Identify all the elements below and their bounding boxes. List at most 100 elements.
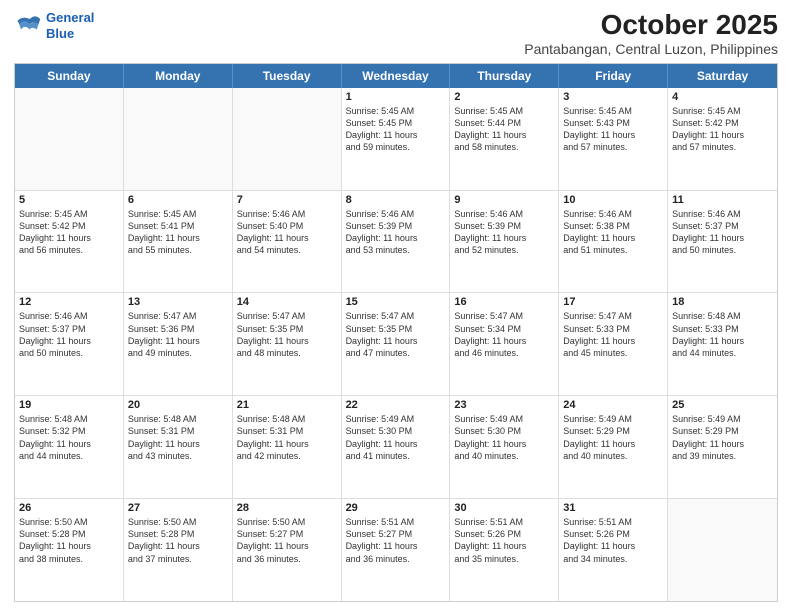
cell-day-number: 24 (563, 399, 663, 411)
calendar-cell-w0-d5: 3Sunrise: 5:45 AM Sunset: 5:43 PM Daylig… (559, 88, 668, 190)
calendar-cell-w3-d3: 22 Sunrise: 5:49 AM Sunset: 5:30 PM Dayli… (342, 396, 451, 498)
logo-icon (14, 12, 42, 40)
cell-info: Sunrise: 5:49 AM Sunset: 5:30 PM Dayligh… (346, 413, 446, 462)
cell-day-number: 19 (19, 399, 119, 411)
calendar-cell-w2-d1: 13 Sunrise: 5:47 AM Sunset: 5:36 PM Dayli… (124, 293, 233, 395)
cell-day-number: 25 (672, 399, 773, 411)
calendar-row-1: 5 Sunrise: 5:45 AM Sunset: 5:42 PM Daylig… (15, 191, 777, 294)
title-block: October 2025 Pantabangan, Central Luzon,… (524, 10, 778, 57)
calendar-cell-w1-d0: 5 Sunrise: 5:45 AM Sunset: 5:42 PM Daylig… (15, 191, 124, 293)
cell-info: Sunrise: 5:50 AM Sunset: 5:28 PM Dayligh… (128, 516, 228, 565)
cell-info: Sunrise: 5:47 AM Sunset: 5:33 PM Dayligh… (563, 310, 663, 359)
calendar-cell-w0-d2 (233, 88, 342, 190)
cell-info: Sunrise: 5:51 AM Sunset: 5:27 PM Dayligh… (346, 516, 446, 565)
cell-day-number: 13 (128, 296, 228, 308)
cell-info: Sunrise: 5:45 AM Sunset: 5:42 PM Dayligh… (672, 105, 773, 154)
cell-info: Sunrise: 5:50 AM Sunset: 5:27 PM Dayligh… (237, 516, 337, 565)
cell-info: Sunrise: 5:45 AM Sunset: 5:42 PM Dayligh… (19, 208, 119, 257)
page: General Blue October 2025 Pantabangan, C… (0, 0, 792, 612)
cell-info: Sunrise: 5:46 AM Sunset: 5:38 PM Dayligh… (563, 208, 663, 257)
day-header-saturday: Saturday (668, 64, 777, 88)
cell-info: Sunrise: 5:46 AM Sunset: 5:37 PM Dayligh… (19, 310, 119, 359)
cell-info: Sunrise: 5:45 AM Sunset: 5:44 PM Dayligh… (454, 105, 554, 154)
cell-info: Sunrise: 5:51 AM Sunset: 5:26 PM Dayligh… (563, 516, 663, 565)
cell-day-number: 26 (19, 502, 119, 514)
calendar-cell-w1-d6: 11Sunrise: 5:46 AM Sunset: 5:37 PM Dayli… (668, 191, 777, 293)
cell-info: Sunrise: 5:49 AM Sunset: 5:29 PM Dayligh… (672, 413, 773, 462)
calendar-cell-w3-d4: 23 Sunrise: 5:49 AM Sunset: 5:30 PM Dayli… (450, 396, 559, 498)
cell-info: Sunrise: 5:48 AM Sunset: 5:33 PM Dayligh… (672, 310, 773, 359)
calendar-cell-w1-d5: 10 Sunrise: 5:46 AM Sunset: 5:38 PM Dayli… (559, 191, 668, 293)
cell-day-number: 8 (346, 194, 446, 206)
calendar-row-0: 1Sunrise: 5:45 AM Sunset: 5:45 PM Daylig… (15, 88, 777, 191)
calendar-cell-w4-d2: 28Sunrise: 5:50 AM Sunset: 5:27 PM Dayli… (233, 499, 342, 601)
calendar-cell-w2-d2: 14Sunrise: 5:47 AM Sunset: 5:35 PM Dayli… (233, 293, 342, 395)
calendar-cell-w4-d0: 26 Sunrise: 5:50 AM Sunset: 5:28 PM Dayli… (15, 499, 124, 601)
logo-line2: Blue (46, 26, 74, 41)
day-header-thursday: Thursday (450, 64, 559, 88)
day-header-monday: Monday (124, 64, 233, 88)
calendar-cell-w2-d5: 17Sunrise: 5:47 AM Sunset: 5:33 PM Dayli… (559, 293, 668, 395)
cell-day-number: 12 (19, 296, 119, 308)
cell-day-number: 2 (454, 91, 554, 103)
calendar-header-row: SundayMondayTuesdayWednesdayThursdayFrid… (15, 64, 777, 88)
cell-info: Sunrise: 5:49 AM Sunset: 5:29 PM Dayligh… (563, 413, 663, 462)
cell-info: Sunrise: 5:45 AM Sunset: 5:45 PM Dayligh… (346, 105, 446, 154)
calendar-row-3: 19Sunrise: 5:48 AM Sunset: 5:32 PM Dayli… (15, 396, 777, 499)
calendar-cell-w3-d0: 19Sunrise: 5:48 AM Sunset: 5:32 PM Dayli… (15, 396, 124, 498)
calendar-cell-w0-d4: 2 Sunrise: 5:45 AM Sunset: 5:44 PM Daylig… (450, 88, 559, 190)
cell-day-number: 6 (128, 194, 228, 206)
cell-day-number: 30 (454, 502, 554, 514)
calendar-row-4: 26 Sunrise: 5:50 AM Sunset: 5:28 PM Dayli… (15, 499, 777, 601)
calendar-cell-w3-d6: 25 Sunrise: 5:49 AM Sunset: 5:29 PM Dayli… (668, 396, 777, 498)
cell-day-number: 7 (237, 194, 337, 206)
day-header-sunday: Sunday (15, 64, 124, 88)
cell-info: Sunrise: 5:47 AM Sunset: 5:34 PM Dayligh… (454, 310, 554, 359)
cell-day-number: 31 (563, 502, 663, 514)
cell-info: Sunrise: 5:47 AM Sunset: 5:35 PM Dayligh… (237, 310, 337, 359)
cell-day-number: 18 (672, 296, 773, 308)
cell-day-number: 3 (563, 91, 663, 103)
calendar-row-2: 12 Sunrise: 5:46 AM Sunset: 5:37 PM Dayli… (15, 293, 777, 396)
cell-day-number: 29 (346, 502, 446, 514)
calendar-body: 1Sunrise: 5:45 AM Sunset: 5:45 PM Daylig… (15, 88, 777, 601)
calendar-cell-w0-d6: 4Sunrise: 5:45 AM Sunset: 5:42 PM Daylig… (668, 88, 777, 190)
cell-info: Sunrise: 5:50 AM Sunset: 5:28 PM Dayligh… (19, 516, 119, 565)
calendar-cell-w2-d3: 15 Sunrise: 5:47 AM Sunset: 5:35 PM Dayli… (342, 293, 451, 395)
calendar-cell-w4-d1: 27Sunrise: 5:50 AM Sunset: 5:28 PM Dayli… (124, 499, 233, 601)
cell-day-number: 11 (672, 194, 773, 206)
calendar-cell-w1-d1: 6 Sunrise: 5:45 AM Sunset: 5:41 PM Daylig… (124, 191, 233, 293)
cell-day-number: 23 (454, 399, 554, 411)
calendar-cell-w2-d4: 16Sunrise: 5:47 AM Sunset: 5:34 PM Dayli… (450, 293, 559, 395)
calendar-subtitle: Pantabangan, Central Luzon, Philippines (524, 41, 778, 57)
calendar-cell-w4-d6 (668, 499, 777, 601)
logo: General Blue (14, 10, 94, 41)
cell-day-number: 10 (563, 194, 663, 206)
cell-day-number: 22 (346, 399, 446, 411)
calendar-cell-w1-d3: 8 Sunrise: 5:46 AM Sunset: 5:39 PM Daylig… (342, 191, 451, 293)
calendar-cell-w1-d2: 7 Sunrise: 5:46 AM Sunset: 5:40 PM Daylig… (233, 191, 342, 293)
cell-info: Sunrise: 5:45 AM Sunset: 5:41 PM Dayligh… (128, 208, 228, 257)
calendar-cell-w3-d2: 21Sunrise: 5:48 AM Sunset: 5:31 PM Dayli… (233, 396, 342, 498)
logo-text: General Blue (46, 10, 94, 41)
day-header-friday: Friday (559, 64, 668, 88)
calendar-cell-w3-d5: 24 Sunrise: 5:49 AM Sunset: 5:29 PM Dayli… (559, 396, 668, 498)
cell-info: Sunrise: 5:49 AM Sunset: 5:30 PM Dayligh… (454, 413, 554, 462)
day-header-wednesday: Wednesday (342, 64, 451, 88)
cell-info: Sunrise: 5:47 AM Sunset: 5:36 PM Dayligh… (128, 310, 228, 359)
cell-day-number: 20 (128, 399, 228, 411)
cell-info: Sunrise: 5:46 AM Sunset: 5:39 PM Dayligh… (346, 208, 446, 257)
calendar-cell-w0-d3: 1Sunrise: 5:45 AM Sunset: 5:45 PM Daylig… (342, 88, 451, 190)
calendar-cell-w0-d0 (15, 88, 124, 190)
calendar-cell-w4-d5: 31 Sunrise: 5:51 AM Sunset: 5:26 PM Dayli… (559, 499, 668, 601)
cell-day-number: 9 (454, 194, 554, 206)
calendar-cell-w0-d1 (124, 88, 233, 190)
cell-info: Sunrise: 5:46 AM Sunset: 5:40 PM Dayligh… (237, 208, 337, 257)
cell-info: Sunrise: 5:48 AM Sunset: 5:31 PM Dayligh… (128, 413, 228, 462)
calendar-cell-w2-d6: 18 Sunrise: 5:48 AM Sunset: 5:33 PM Dayli… (668, 293, 777, 395)
cell-info: Sunrise: 5:48 AM Sunset: 5:31 PM Dayligh… (237, 413, 337, 462)
cell-day-number: 5 (19, 194, 119, 206)
day-header-tuesday: Tuesday (233, 64, 342, 88)
cell-day-number: 15 (346, 296, 446, 308)
cell-info: Sunrise: 5:47 AM Sunset: 5:35 PM Dayligh… (346, 310, 446, 359)
